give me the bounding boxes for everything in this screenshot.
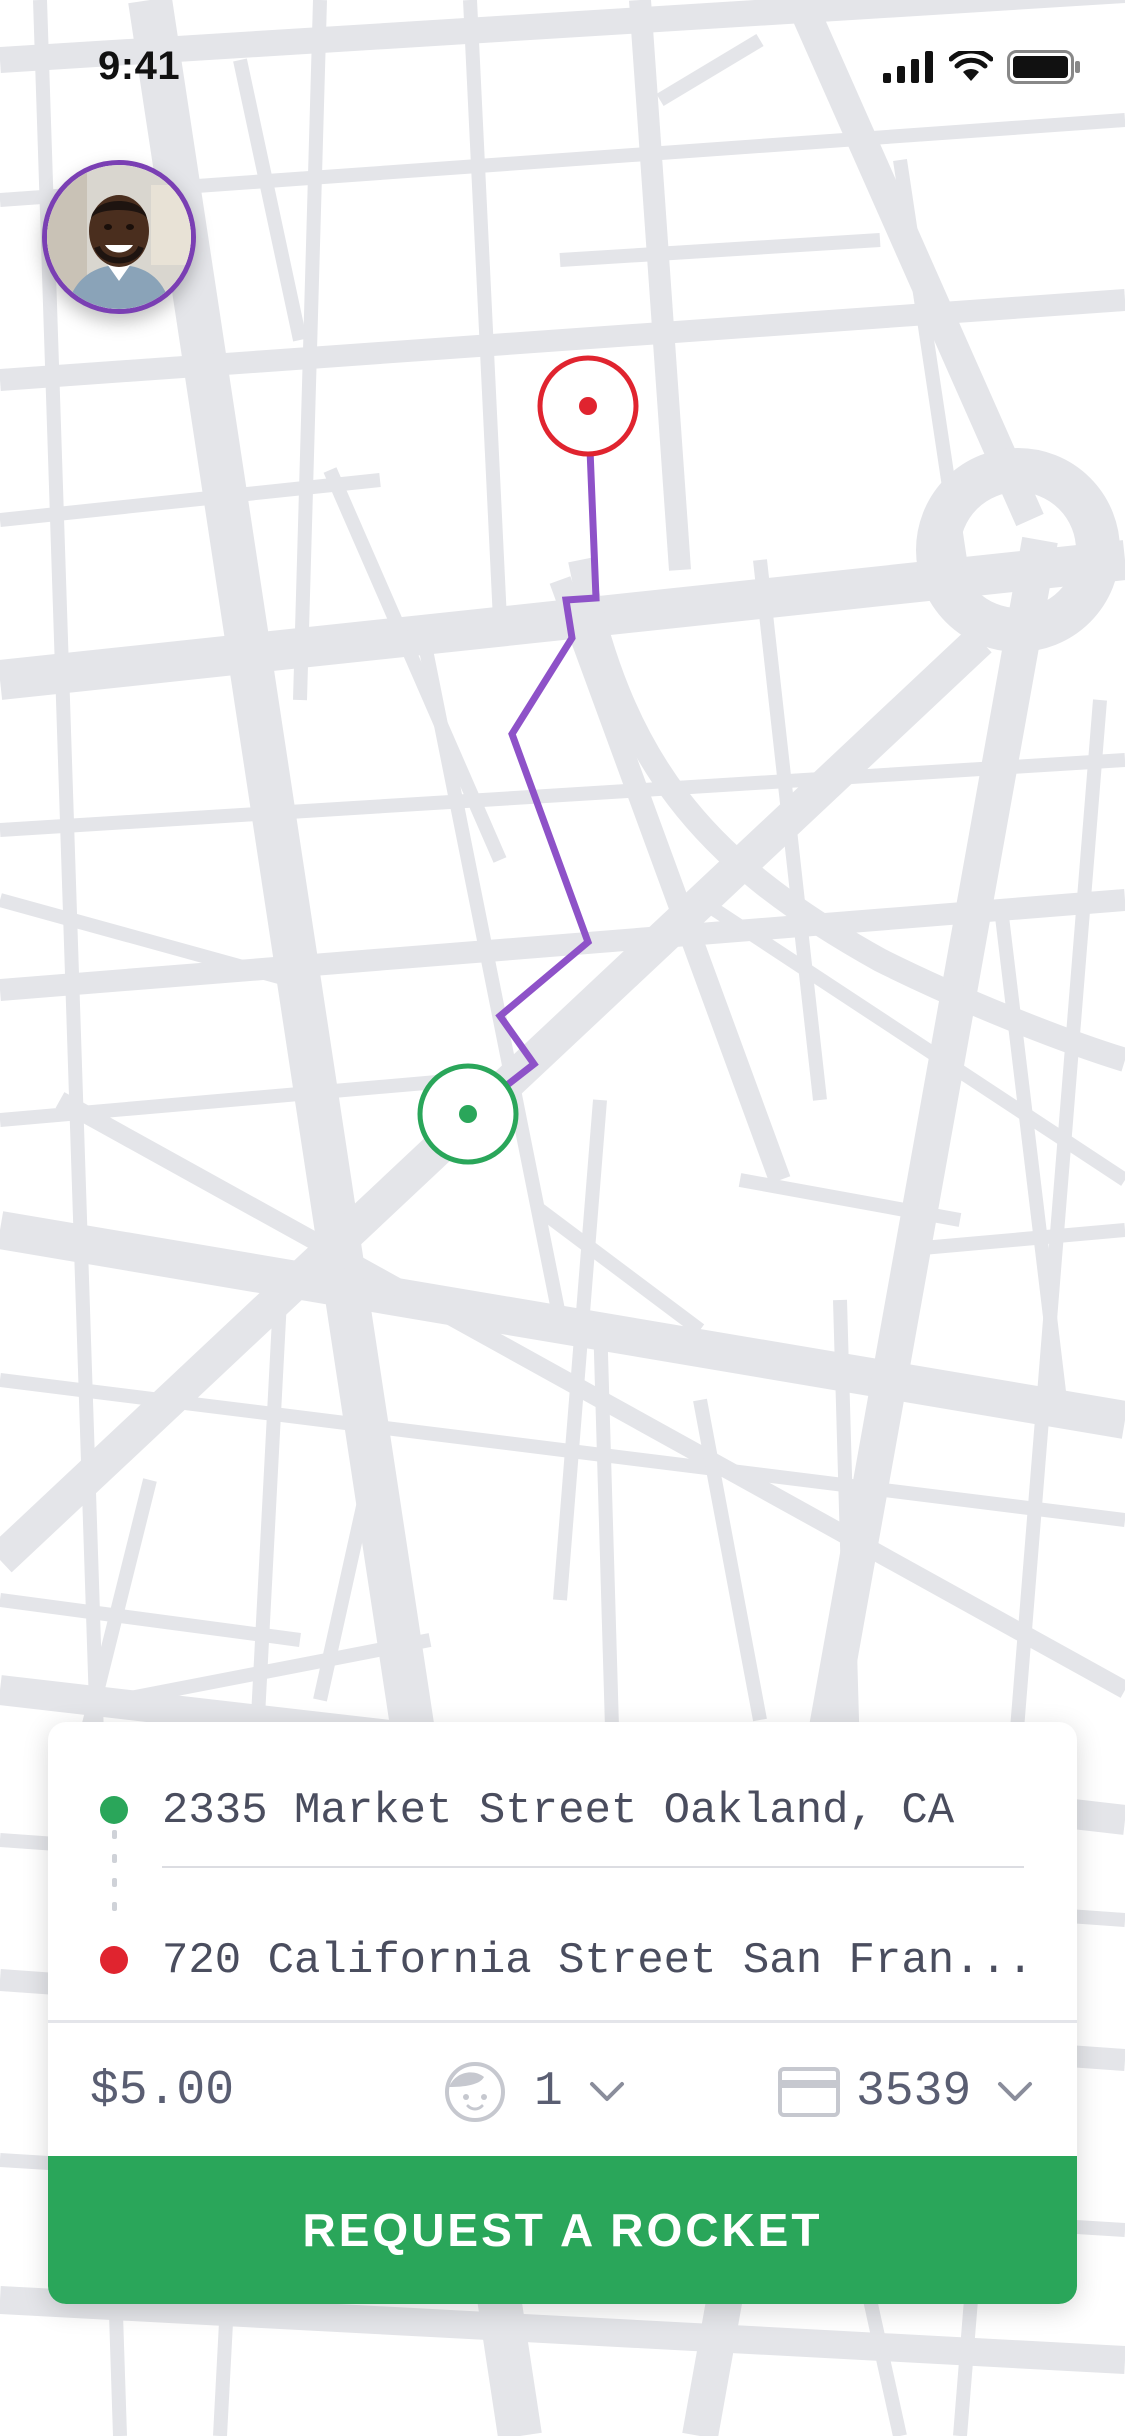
ride-options-row: $5.00 1 3539 (48, 2024, 1077, 2156)
payment-method-selector[interactable]: 3539 (778, 2052, 1033, 2132)
cellular-signal-icon (883, 51, 933, 83)
pickup-pin-icon[interactable] (417, 1063, 519, 1165)
child-face-icon (445, 2062, 505, 2122)
user-photo (47, 165, 191, 309)
passenger-count-selector[interactable]: 1 (444, 2052, 625, 2132)
dropoff-dot-icon (100, 1946, 128, 1974)
pickup-address: 2335 Market Street Oakland, CA (162, 1786, 955, 1836)
request-rocket-button[interactable]: REQUEST A ROCKET (48, 2156, 1077, 2304)
ride-request-screen: 9:41 2335 Market Street Oakland, CA 720 … (0, 0, 1125, 2436)
pickup-location-field[interactable]: 2335 Market Street Oakland, CA (48, 1722, 1077, 1870)
status-time: 9:41 (98, 44, 181, 88)
fare-price: $5.00 (90, 2064, 235, 2118)
chevron-down-icon (998, 2082, 1033, 2101)
address-divider (162, 1866, 1024, 1868)
credit-card-icon (778, 2067, 840, 2117)
ride-request-card: 2335 Market Street Oakland, CA 720 Calif… (48, 1722, 1077, 2304)
card-last-digits: 3539 (856, 2065, 972, 2119)
chevron-down-icon (589, 2082, 624, 2101)
dropoff-location-field[interactable]: 720 California Street San Fran... (48, 1872, 1077, 2020)
section-divider (48, 2020, 1077, 2023)
status-icons (883, 50, 1081, 84)
status-bar: 9:41 (0, 0, 1125, 132)
dropoff-pin-icon[interactable] (537, 355, 639, 457)
pickup-dot-icon (100, 1796, 128, 1824)
passenger-count: 1 (534, 2065, 563, 2119)
battery-icon (1007, 50, 1080, 84)
wifi-icon (949, 51, 993, 81)
user-avatar[interactable] (42, 160, 196, 314)
dropoff-address: 720 California Street San Fran... (162, 1936, 1034, 1986)
